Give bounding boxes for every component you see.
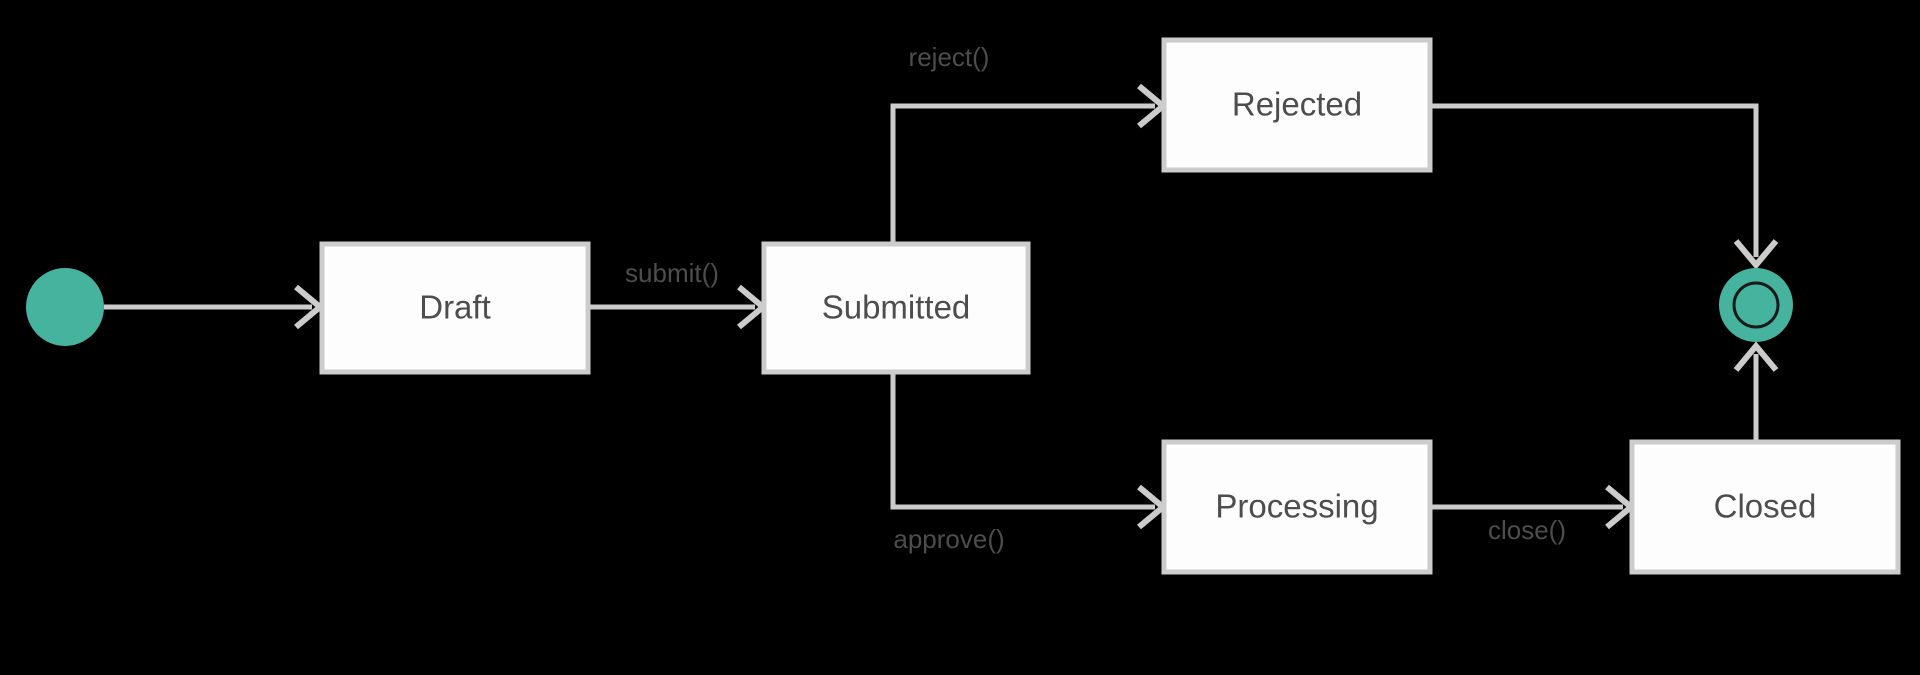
state-node-draft[interactable]: Draft — [319, 241, 591, 375]
state-label-draft: Draft — [419, 289, 491, 326]
transition-closed-to-final — [1733, 341, 1779, 442]
state-node-closed[interactable]: Closed — [1629, 439, 1901, 575]
edge-label-close: close() — [1488, 515, 1566, 545]
state-label-rejected: Rejected — [1232, 86, 1362, 123]
state-diagram-canvas: submit() reject() approve() close() Draf… — [0, 0, 1920, 675]
state-label-submitted: Submitted — [822, 289, 971, 326]
edge-line-rejected-final — [1430, 103, 1759, 257]
transition-submitted-to-rejected: reject() — [890, 42, 1168, 244]
edge-label-approve: approve() — [893, 524, 1004, 554]
initial-state-node[interactable] — [26, 268, 104, 346]
transition-rejected-to-final — [1430, 103, 1779, 270]
transition-draft-to-submitted: submit() — [588, 258, 768, 330]
transition-processing-to-closed: close() — [1430, 484, 1636, 545]
state-label-closed: Closed — [1714, 488, 1817, 525]
final-state-node[interactable] — [1719, 268, 1793, 342]
edge-label-reject: reject() — [909, 42, 990, 72]
edge-line-submitted-rejected — [890, 103, 1155, 244]
state-label-processing: Processing — [1215, 488, 1378, 525]
state-node-processing[interactable]: Processing — [1161, 439, 1433, 575]
edge-label-submit: submit() — [625, 258, 719, 288]
state-node-submitted[interactable]: Submitted — [761, 241, 1031, 375]
state-node-rejected[interactable]: Rejected — [1161, 37, 1433, 173]
edge-line-submitted-processing — [890, 372, 1155, 510]
final-state-inner-circle — [1732, 281, 1780, 329]
transition-start-to-draft — [104, 284, 325, 330]
transition-submitted-to-processing: approve() — [890, 372, 1168, 554]
state-diagram-svg: submit() reject() approve() close() Draf… — [26, 37, 1901, 575]
